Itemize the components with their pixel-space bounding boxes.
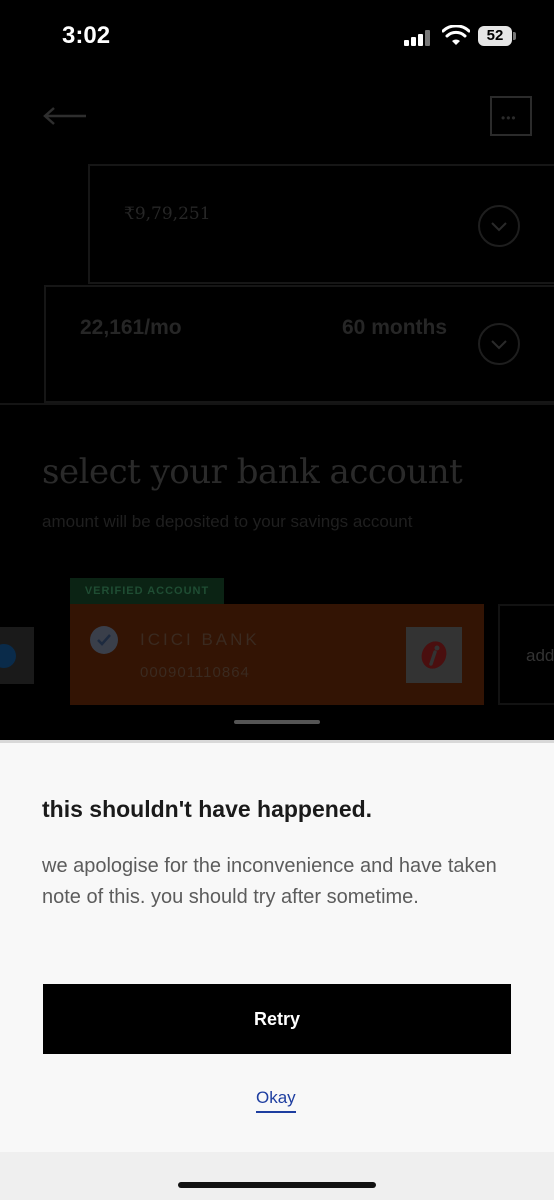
tenure-value: 60 months	[342, 316, 448, 339]
check-icon	[90, 626, 118, 654]
bank-name: ICICI BANK	[140, 630, 260, 649]
chevron-down-icon[interactable]	[478, 205, 520, 247]
chat-icon[interactable]: •••	[490, 96, 532, 136]
wifi-icon	[442, 25, 470, 45]
cellular-signal-icon	[404, 30, 434, 46]
home-indicator[interactable]	[178, 1182, 376, 1188]
loan-amount: ₹9,79,251	[124, 204, 211, 224]
account-number: 000901110864	[140, 664, 250, 681]
battery-nub	[513, 32, 516, 40]
bank-section-title: select your bank account	[42, 452, 463, 492]
home-indicator-area	[0, 1152, 554, 1200]
section-divider	[0, 403, 554, 405]
okay-link[interactable]: Okay	[256, 1088, 296, 1113]
chevron-down-icon[interactable]	[478, 323, 520, 365]
error-message: we apologise for the inconvenience and h…	[42, 855, 497, 908]
back-arrow-icon[interactable]	[42, 104, 88, 128]
emi-value: 22,161/mo	[80, 316, 182, 339]
sheet-drag-handle[interactable]	[234, 720, 320, 724]
battery-icon: 52	[478, 26, 512, 46]
verified-badge: VERIFIED ACCOUNT	[70, 578, 224, 604]
icici-logo-icon	[421, 641, 447, 669]
status-time: 3:02	[62, 22, 111, 49]
bank-section-subtitle: amount will be deposited to your savings…	[42, 512, 413, 531]
add-account-label: add	[526, 646, 554, 665]
error-title: this shouldn't have happened.	[42, 796, 373, 822]
retry-button[interactable]: Retry	[43, 984, 511, 1054]
